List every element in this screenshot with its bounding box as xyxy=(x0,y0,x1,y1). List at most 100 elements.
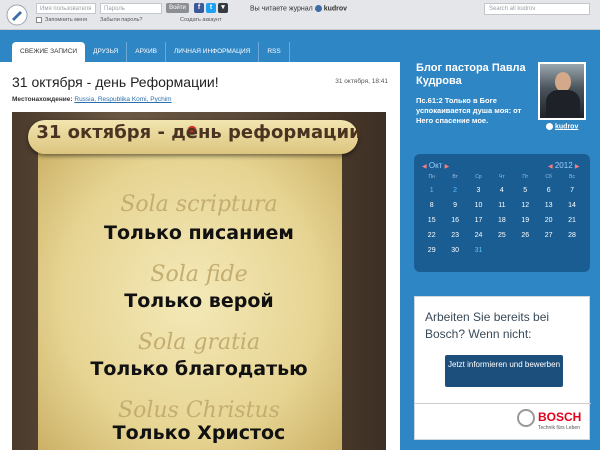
calendar-month[interactable]: Окт xyxy=(429,161,442,170)
location-link[interactable]: Russia, Respublika Komi, Pychim xyxy=(74,96,171,103)
calendar-grid: Пн Вт Ср Чт Пт Сб Вс 1 2 3 4 5 6 7 8 9 10 11 12 13 14 15 16 17 1… xyxy=(420,173,584,258)
calendar-day xyxy=(537,243,560,258)
remember-me-label: Запомнить меня xyxy=(45,17,88,23)
tab-4[interactable]: RSS xyxy=(259,42,290,62)
facebook-icon[interactable]: f xyxy=(194,3,204,13)
tab-2[interactable]: АРХИВ xyxy=(127,42,166,62)
blog-verse: Пс.61:2 Только в Боге успокаивается душа… xyxy=(416,96,522,125)
next-month-arrow-icon[interactable]: ▶ xyxy=(445,164,450,170)
calendar-day: 19 xyxy=(521,217,530,224)
calendar-day: 23 xyxy=(451,232,459,239)
poster-heading: 31 октября - день реформации xyxy=(36,122,362,143)
calendar-day: 27 xyxy=(544,232,553,239)
calendar-weekday: Вс xyxy=(569,174,575,180)
calendar: ◀ Окт ▶ ◀ 2012 ▶ Пн Вт Ср Чт Пт Сб Вс 1 2 3 4 5 6 7 8 9… xyxy=(414,154,590,272)
calendar-weekday: Ср xyxy=(475,174,482,180)
calendar-week-row: 15 16 17 18 19 20 21 xyxy=(420,213,584,228)
calendar-week-row: 22 23 24 25 26 27 28 xyxy=(420,228,584,243)
user-icon xyxy=(314,5,322,12)
ad-headline[interactable]: Arbeiten Sie bereits bei Bosch? Wenn nic… xyxy=(425,309,585,343)
prev-year-arrow-icon[interactable]: ◀ xyxy=(548,164,553,170)
remember-me-checkbox[interactable] xyxy=(36,17,42,23)
calendar-weekday-row: Пн Вт Ср Чт Пт Сб Вс xyxy=(420,173,584,183)
calendar-day[interactable]: 31 xyxy=(467,243,490,258)
password-input[interactable]: Пароль xyxy=(100,3,162,14)
poster-russian-1: Только писанием xyxy=(104,222,294,244)
calendar-day: 26 xyxy=(521,232,530,239)
post-location: Местонахождение: Russia, Respublika Komi… xyxy=(12,96,172,103)
calendar-weekday: Пн xyxy=(428,174,435,180)
poster-latin-2: Sola fide xyxy=(150,262,248,287)
poster-latin-3: Sola gratia xyxy=(137,330,261,355)
post-title[interactable]: 31 октября - день Реформации! xyxy=(12,74,219,90)
user-icon xyxy=(546,123,553,130)
top-bar: Имя пользователя Пароль Войти f t ▾ Запомн… xyxy=(0,0,600,30)
post-date: 31 октября, 18:41 xyxy=(335,78,388,85)
poster-latin-4: Solus Christus xyxy=(118,398,280,423)
calendar-day: 15 xyxy=(427,217,436,224)
search-input[interactable]: Search all kudrov xyxy=(484,3,590,15)
calendar-day: 24 xyxy=(474,232,483,239)
avatar-face xyxy=(555,72,571,92)
calendar-day: 25 xyxy=(497,232,506,239)
main-content: 31 октября - день Реформации! 31 октября… xyxy=(0,62,400,450)
calendar-year[interactable]: 2012 xyxy=(555,161,573,170)
calendar-day: 6 xyxy=(546,187,551,194)
calendar-day: 18 xyxy=(497,217,506,224)
calendar-day: 17 xyxy=(474,217,483,224)
avatar-body xyxy=(546,90,580,118)
prev-month-arrow-icon[interactable]: ◀ xyxy=(422,164,427,170)
calendar-day: 12 xyxy=(521,202,530,209)
calendar-weekday: Вт xyxy=(452,174,458,180)
reading-user-link[interactable]: kudrov xyxy=(324,5,347,12)
login-button[interactable]: Войти xyxy=(166,3,189,13)
calendar-day: 29 xyxy=(427,247,436,254)
calendar-day: 22 xyxy=(427,232,436,239)
avatar[interactable] xyxy=(538,62,586,120)
sidebar-username[interactable]: kudrov xyxy=(555,123,578,130)
calendar-week-row: 29 30 31 xyxy=(420,243,584,258)
twitter-icon[interactable]: t xyxy=(206,3,216,13)
journal-nav: СВЕЖИЕ ЗАПИСИ ДРУЗЬЯ АРХИВ ЛИЧНАЯ ИНФОРМАЦИ… xyxy=(12,42,290,62)
livejournal-logo-icon[interactable] xyxy=(6,4,28,26)
location-label: Местонахождение: xyxy=(12,96,73,103)
calendar-day: 28 xyxy=(568,232,576,239)
calendar-day: 21 xyxy=(568,217,576,224)
calendar-month-nav[interactable]: ◀ Окт ▶ xyxy=(422,161,449,170)
poster-russian-4: Только Христос xyxy=(112,422,286,444)
calendar-weekday: Чт xyxy=(499,174,505,180)
bosch-logo-icon xyxy=(517,409,535,427)
calendar-day: 13 xyxy=(544,202,553,209)
calendar-day: 30 xyxy=(451,247,459,254)
calendar-day: 14 xyxy=(568,202,576,209)
calendar-week-row: 12 3 4 5 6 7 xyxy=(420,183,584,198)
blog-title: Блог пастора Павла Кудрова xyxy=(416,62,526,87)
ad-apply-button[interactable]: Jetzt informieren und bewerben xyxy=(445,355,563,387)
bosch-ad[interactable]: Arbeiten Sie bereits bei Bosch? Wenn nic… xyxy=(414,296,591,440)
tab-0[interactable]: СВЕЖИЕ ЗАПИСИ xyxy=(12,42,86,62)
tab-1[interactable]: ДРУЗЬЯ xyxy=(85,42,128,62)
calendar-week-row: 8 9 10 11 12 13 14 xyxy=(420,198,584,213)
poster-russian-3: Только благодатью xyxy=(90,358,308,380)
reading-journal-text: Вы читаете журнал kudrov xyxy=(250,5,347,12)
calendar-day: 20 xyxy=(544,217,553,224)
calendar-weekday: Пт xyxy=(522,174,529,180)
ad-brand: BOSCH xyxy=(538,410,582,424)
tab-3[interactable]: ЛИЧНАЯ ИНФОРМАЦИЯ xyxy=(166,42,260,62)
username-input[interactable]: Имя пользователя xyxy=(36,3,96,14)
calendar-day[interactable]: 2 xyxy=(443,183,466,198)
reformation-poster-image: 31 октября - день реформации Sola script… xyxy=(12,112,386,450)
calendar-day: 5 xyxy=(523,187,528,194)
calendar-day[interactable]: 1 xyxy=(420,183,443,198)
create-account-link[interactable]: Создать аккаунт xyxy=(180,17,222,23)
calendar-year-nav[interactable]: ◀ 2012 ▶ xyxy=(548,161,580,170)
more-icon[interactable]: ▾ xyxy=(218,3,228,13)
forgot-password-link[interactable]: Забыли пароль? xyxy=(100,17,142,23)
calendar-day: 8 xyxy=(429,202,434,209)
calendar-day: 7 xyxy=(570,187,574,194)
calendar-day xyxy=(490,243,513,258)
calendar-day xyxy=(514,243,537,258)
next-year-arrow-icon[interactable]: ▶ xyxy=(575,164,580,170)
sidebar-user-link[interactable]: kudrov xyxy=(546,123,578,130)
calendar-day xyxy=(560,243,583,258)
